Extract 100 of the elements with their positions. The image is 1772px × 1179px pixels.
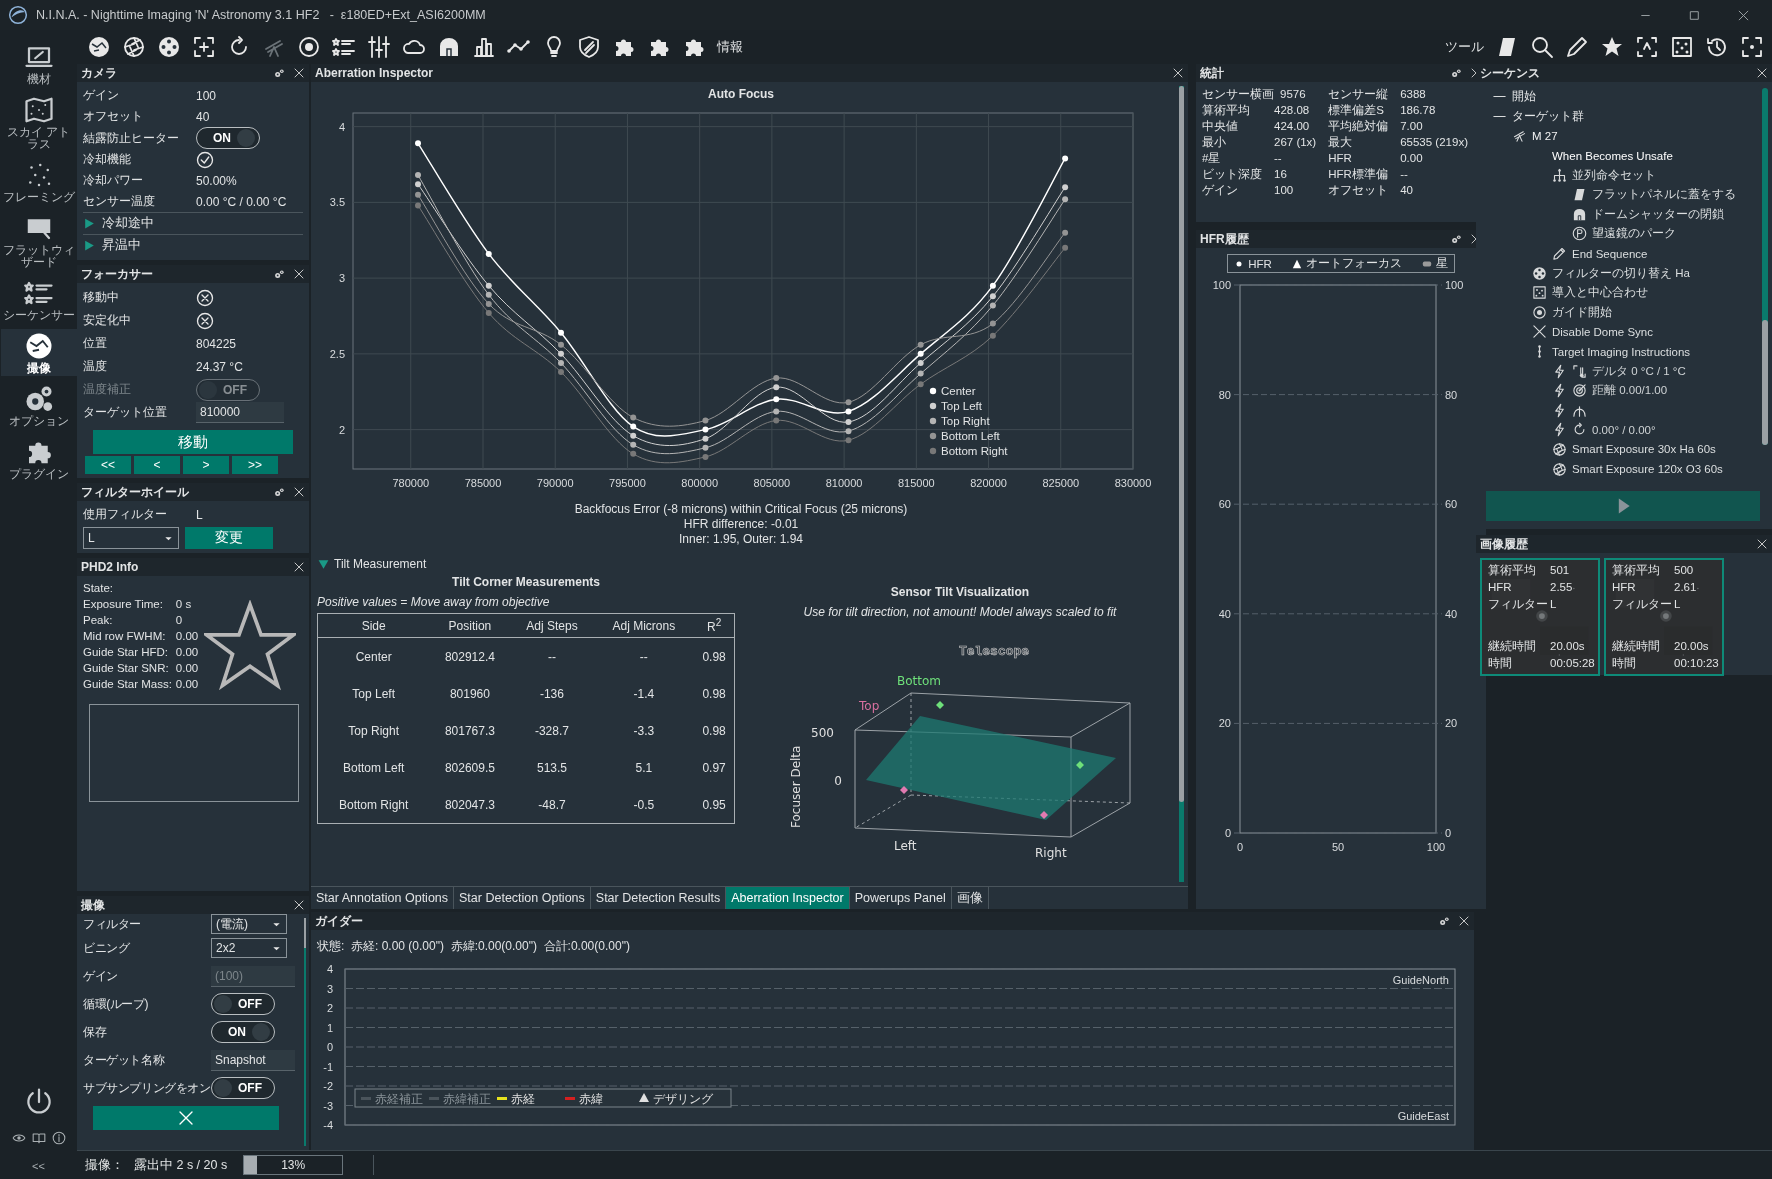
sequence-item[interactable]: フラットパネルに蓋をする — [1592, 187, 1736, 203]
nav-item[interactable]: オプション — [0, 382, 77, 429]
fullscreen-icon[interactable] — [1740, 35, 1764, 59]
tab[interactable]: Aberration Inspector — [726, 887, 850, 909]
focus-frame-icon[interactable] — [192, 35, 216, 59]
image-card[interactable]: 算術平均 500 HFR 2.61 フィルター L 継続時間 20.00s 時間 00:10:23 — [1604, 558, 1724, 676]
filter-wheel-icon[interactable] — [157, 35, 181, 59]
sequence-item[interactable]: Disable Dome Sync — [1552, 325, 1653, 338]
settings-icon[interactable] — [274, 486, 285, 498]
history-icon[interactable] — [1705, 35, 1729, 59]
field-label: 使用フィルター — [83, 506, 168, 523]
nav-item[interactable]: フラットウィザード — [0, 211, 77, 270]
input-field[interactable]: 810000 — [196, 402, 284, 423]
target-icon[interactable] — [297, 35, 321, 59]
filter-dropdown[interactable]: L — [83, 527, 179, 549]
info-icon[interactable] — [51, 1131, 66, 1145]
tools-tab[interactable]: ツール — [1445, 38, 1484, 56]
toggle-switch[interactable]: OFF — [211, 993, 275, 1015]
dropdown[interactable]: (電流) — [211, 914, 287, 934]
image-card[interactable]: 算術平均 501 HFR 2.55 フィルター L 継続時間 20.00s 時間 00:05:28 — [1480, 558, 1600, 676]
sequence-item[interactable]: 導入と中心合わせ — [1552, 285, 1648, 301]
change-button[interactable]: 変更 — [185, 527, 273, 549]
toggle-switch[interactable]: OFF — [211, 1077, 275, 1099]
settings-icon[interactable] — [1451, 233, 1462, 245]
sequence-item[interactable]: ターゲット群 — [1512, 108, 1584, 124]
sequence-item[interactable]: 0.00° / 0.00° — [1592, 423, 1656, 436]
close-icon[interactable] — [1172, 67, 1184, 79]
sequence-item[interactable]: デルタ 0 °C / 1 °C — [1592, 363, 1686, 379]
nav-item[interactable]: シーケンサー — [0, 276, 77, 323]
settings-icon[interactable] — [1439, 915, 1450, 927]
nav-item[interactable]: 撮像 — [0, 329, 77, 376]
step-button[interactable]: > — [183, 456, 229, 474]
toggle-switch[interactable]: ON — [211, 1021, 275, 1043]
step-button[interactable]: < — [134, 456, 180, 474]
book-icon[interactable] — [31, 1131, 46, 1145]
close-icon[interactable] — [293, 899, 305, 911]
sequence-item[interactable]: 距離 0.00/1.00 — [1592, 383, 1668, 399]
collapse-button[interactable]: << — [26, 1159, 51, 1173]
sequence-item[interactable]: 開始 — [1512, 89, 1536, 105]
info-tab[interactable]: 情報 — [717, 38, 743, 56]
info-label: State: — [83, 581, 115, 596]
expander[interactable]: 冷却途中 — [83, 212, 303, 234]
pen-icon[interactable] — [1565, 35, 1589, 59]
aperture-icon[interactable] — [122, 35, 146, 59]
observatory-icon[interactable] — [437, 35, 461, 59]
tab[interactable]: 画像 — [951, 887, 989, 909]
close-icon[interactable] — [293, 268, 305, 280]
scrollbar[interactable] — [304, 918, 306, 1146]
tab[interactable]: Star Detection Options — [454, 887, 591, 909]
shield-icon[interactable] — [577, 35, 601, 59]
dots-frame-icon[interactable] — [1670, 35, 1694, 59]
sliders-icon[interactable] — [367, 35, 391, 59]
sequence-item[interactable]: Smart Exposure 30x Ha 60s — [1572, 443, 1716, 456]
settings-icon[interactable] — [1451, 67, 1462, 79]
table-cell: 0.95 — [694, 786, 735, 824]
settings-icon[interactable] — [274, 67, 285, 79]
stat-value: 16 — [1274, 168, 1287, 180]
nav-item[interactable]: フレーミング — [0, 158, 77, 205]
sequence-item[interactable]: 望遠鏡のパーク — [1592, 226, 1676, 242]
toggle-switch[interactable]: ON — [196, 127, 260, 149]
input-field[interactable]: (100) — [211, 965, 295, 987]
sequence-item[interactable]: Smart Exposure 120x O3 60s — [1572, 463, 1723, 476]
settings-icon[interactable] — [274, 268, 285, 280]
scrollbar[interactable] — [1762, 88, 1768, 445]
autofocus-icon[interactable] — [1635, 35, 1659, 59]
sequence-item[interactable]: Target Imaging Instructions — [1552, 345, 1691, 358]
sequence-item[interactable]: ガイド開始 — [1552, 304, 1612, 320]
close-icon[interactable] — [293, 486, 305, 498]
close-icon[interactable] — [1756, 538, 1768, 550]
expander[interactable]: 昇温中 — [83, 234, 303, 256]
tab[interactable]: Powerups Panel — [849, 887, 952, 909]
move-button[interactable]: 移動 — [93, 430, 293, 454]
scrollbar[interactable] — [1179, 86, 1184, 882]
step-button[interactable]: >> — [232, 456, 278, 474]
sequence-item[interactable]: End Sequence — [1572, 247, 1648, 260]
nav-item[interactable]: スカイ アトラス — [0, 93, 77, 152]
sequence-item[interactable]: M 27 — [1532, 130, 1558, 142]
bar-chart-icon[interactable] — [472, 35, 496, 59]
star-list-icon[interactable] — [332, 35, 356, 59]
field-label: 温度 — [83, 358, 108, 375]
sequence-item[interactable]: When Becomes Unsafe — [1552, 149, 1673, 162]
input-field[interactable]: Snapshot — [211, 1049, 295, 1071]
sequence-item[interactable]: 並列命令セット — [1572, 167, 1656, 183]
step-button[interactable]: << — [85, 456, 131, 474]
sequence-item[interactable]: フィルターの切り替え Ha — [1552, 265, 1690, 281]
close-icon[interactable] — [1458, 915, 1470, 927]
search-icon[interactable] — [1530, 35, 1554, 59]
close-icon[interactable] — [1737, 8, 1750, 22]
nav-item[interactable]: 機材 — [0, 40, 77, 87]
close-icon[interactable] — [293, 67, 305, 79]
tilt-section-toggle[interactable]: Tilt Measurement — [317, 557, 427, 571]
eye-icon[interactable] — [11, 1131, 26, 1145]
maximize-icon[interactable] — [1688, 8, 1701, 22]
nav-item[interactable]: プラグイン — [0, 435, 77, 482]
sequence-item[interactable]: ドームシャッターの閉鎖 — [1592, 206, 1724, 222]
close-icon[interactable] — [1756, 67, 1768, 79]
tab[interactable]: Star Annotation Options — [311, 887, 455, 909]
dropdown[interactable]: 2x2 — [211, 938, 287, 958]
close-icon[interactable] — [293, 561, 305, 573]
start-sequence-button[interactable] — [1486, 491, 1760, 521]
